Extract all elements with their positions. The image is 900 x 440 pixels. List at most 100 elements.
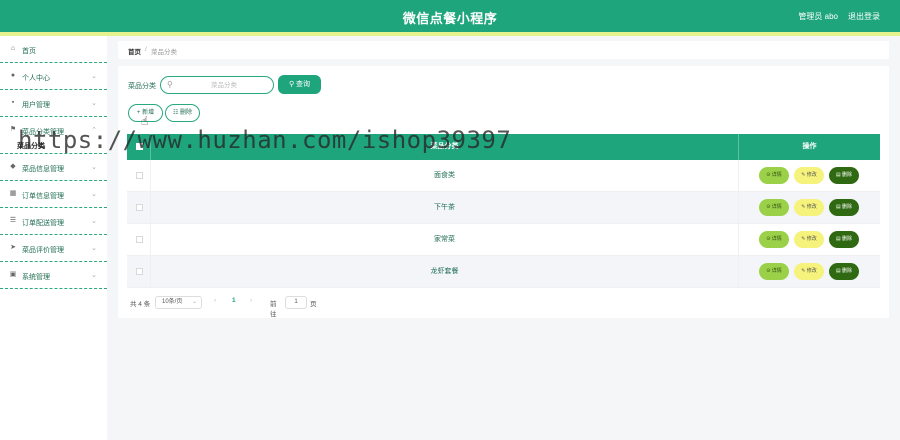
search-button[interactable]: ⚲ 查询 [278,75,321,94]
column-header-category: 菜品分类 [151,134,739,160]
sidebar-item-dish-review-management[interactable]: ➤ 菜品评价管理 ⌄ [0,235,107,262]
delete-button[interactable]: ▤ 删除 [829,167,859,184]
chevron-down-icon: ⌄ [91,164,97,171]
detail-button-label: 详情 [771,236,782,242]
delivery-icon: ☰ [9,217,17,224]
row-checkbox[interactable] [136,236,143,243]
sidebar-item-order-delivery-management[interactable]: ☰ 订单配送管理 ⌄ [0,208,107,235]
chevron-down-icon: ⌄ [91,272,97,279]
sidebar-item-system-management[interactable]: ▣ 系统管理 ⌄ [0,262,107,289]
chevron-down-icon: ⌄ [91,245,97,252]
logout-link[interactable]: 退出登录 [848,11,880,22]
edit-button-label: 修改 [806,204,817,210]
row-check-cell [127,192,151,224]
sidebar-item-user-management[interactable]: ▪ 用户管理 ⌄ [0,90,107,117]
chevron-down-icon: ⌄ [91,100,97,107]
sidebar-item-home[interactable]: ⌂ 首页 [0,36,107,63]
add-button[interactable]: + 新增 [128,104,163,122]
delete-button[interactable]: ▤ 删除 [829,199,859,216]
select-all-checkbox[interactable] [136,143,143,150]
edit-button[interactable]: ✎ 修改 [794,167,824,184]
sidebar-item-label: 用户管理 [22,102,50,109]
breadcrumb-separator: / [145,46,147,53]
search-input[interactable] [177,79,271,91]
table-row: 家常菜 ⊙ 详情 ✎ 修改 ▤ 删除 [127,224,880,256]
page-number[interactable]: 1 [232,297,236,304]
sidebar-item-label: 订单信息管理 [22,193,64,200]
detail-button[interactable]: ⊙ 详情 [759,199,789,216]
prev-page-icon[interactable]: ‹ [214,297,216,304]
delete-button[interactable]: ▤ 删除 [829,263,859,280]
row-actions: ⊙ 详情 ✎ 修改 ▤ 删除 [739,224,880,256]
row-actions: ⊙ 详情 ✎ 修改 ▤ 删除 [739,256,880,288]
table-row: 下午茶 ⊙ 详情 ✎ 修改 ▤ 删除 [127,192,880,224]
search-icon: ⚲ [288,81,297,88]
row-checkbox[interactable] [136,172,143,179]
sidebar-item-label: 个人中心 [22,75,50,82]
sidebar-item-personal-center[interactable]: ● 个人中心 ⌄ [0,63,107,90]
detail-button[interactable]: ⊙ 详情 [759,167,789,184]
row-checkbox[interactable] [136,204,143,211]
delete-button[interactable]: ▤ 删除 [829,231,859,248]
trash-icon: ☷ [172,110,181,116]
table-row: 面食类 ⊙ 详情 ✎ 修改 ▤ 删除 [127,160,880,192]
total-count: 共 4 条 [130,301,151,308]
chevron-down-icon: ⌄ [191,299,197,305]
sidebar-item-order-info-management[interactable]: ▦ 订单信息管理 ⌄ [0,181,107,208]
detail-button-label: 详情 [771,172,782,178]
delete-button-label: 删除 [842,268,853,274]
batch-delete-button[interactable]: ☷ 删除 [165,104,200,122]
edit-button[interactable]: ✎ 修改 [794,199,824,216]
chevron-down-icon: ⌄ [91,191,97,198]
edit-button[interactable]: ✎ 修改 [794,263,824,280]
sidebar-item-dish-category-management[interactable]: ⚑ 菜品分类管理 ⌃ 菜品分类 [0,117,107,154]
sidebar-item-label: 系统管理 [22,274,50,281]
sidebar-subitem-dish-category[interactable]: 菜品分类 [17,141,45,151]
category-name-cell: 下午茶 [151,192,739,224]
content-card: 菜品分类 ⚲ ⚲ 查询 + 新增 ☷ 删除 菜品分类 操作 面食类 ⊙ 详情 ✎… [118,66,889,318]
sidebar-menu: ⌂ 首页 ● 个人中心 ⌄ ▪ 用户管理 ⌄ ⚑ 菜品分类管理 ⌃ 菜品分类 ◆… [0,36,107,440]
sidebar-item-label: 订单配送管理 [22,220,64,227]
page-unit-label: 页 [310,301,317,308]
detail-button[interactable]: ⊙ 详情 [759,263,789,280]
sidebar-item-label: 首页 [22,48,36,55]
sidebar-item-dish-info-management[interactable]: ◆ 菜品信息管理 ⌄ [0,154,107,181]
category-name-cell: 家常菜 [151,224,739,256]
goto-page-input[interactable]: 1 [285,296,307,309]
order-icon: ▦ [9,190,17,197]
sidebar-item-label: 菜品信息管理 [22,166,64,173]
users-icon: ▪ [11,99,15,106]
table-row: 龙虾套餐 ⊙ 详情 ✎ 修改 ▤ 删除 [127,256,880,288]
row-check-cell [127,224,151,256]
header-accent-strip [0,32,900,36]
edit-button[interactable]: ✎ 修改 [794,231,824,248]
breadcrumb-home[interactable]: 首页 [128,46,141,56]
chevron-up-icon: ⌃ [91,127,97,134]
home-icon: ⌂ [10,45,16,52]
page-size-value: 10条/页 [162,299,183,305]
edit-button-label: 修改 [806,236,817,242]
breadcrumb-current: 菜品分类 [151,49,177,56]
chevron-down-icon: ⌄ [91,218,97,225]
breadcrumb: 首页 / 菜品分类 [118,41,889,59]
user-icon: ● [10,72,16,79]
next-page-icon[interactable]: › [250,297,252,304]
admin-username: 管理员 abo [798,12,838,21]
page-size-select[interactable]: 10条/页 ⌄ [155,296,202,309]
batch-delete-label: 删除 [180,110,193,116]
row-actions: ⊙ 详情 ✎ 修改 ▤ 删除 [739,160,880,192]
category-name-cell: 龙虾套餐 [151,256,739,288]
flag-icon: ⚑ [9,126,17,133]
row-checkbox[interactable] [136,268,143,275]
search-field[interactable]: ⚲ [160,76,274,94]
settings-icon: ▣ [9,271,17,278]
category-name-cell: 面食类 [151,160,739,192]
select-all-cell [127,134,151,160]
detail-button-label: 详情 [771,268,782,274]
delete-button-label: 删除 [842,172,853,178]
row-actions: ⊙ 详情 ✎ 修改 ▤ 删除 [739,192,880,224]
delete-button-label: 删除 [842,236,853,242]
detail-button[interactable]: ⊙ 详情 [759,231,789,248]
dish-icon: ◆ [10,163,16,170]
category-table: 菜品分类 操作 面食类 ⊙ 详情 ✎ 修改 ▤ 删除 下午茶 ⊙ 详情 ✎ 修改… [127,134,880,288]
